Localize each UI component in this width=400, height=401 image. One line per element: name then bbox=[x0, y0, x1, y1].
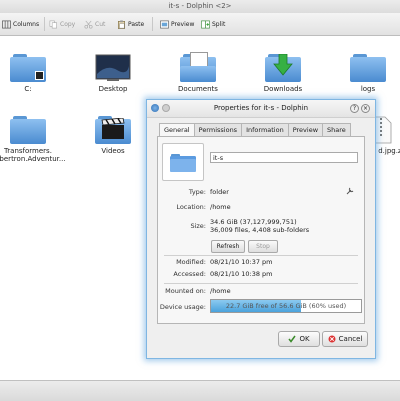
cancel-icon bbox=[328, 335, 336, 343]
paste-button[interactable]: Paste bbox=[117, 18, 144, 30]
cancel-label: Cancel bbox=[338, 335, 363, 343]
videos-folder-icon bbox=[95, 116, 131, 144]
tab-permissions[interactable]: Permissions bbox=[193, 123, 243, 136]
file-item[interactable]: Documents bbox=[160, 52, 236, 93]
type-value: folder bbox=[210, 188, 229, 196]
dialog-title: Properties for it-s - Dolphin bbox=[213, 104, 309, 112]
ok-button[interactable]: OK bbox=[278, 331, 320, 347]
preview-button[interactable]: Preview bbox=[160, 18, 194, 30]
app-menu-icon[interactable] bbox=[151, 104, 159, 112]
file-item[interactable]: C: bbox=[0, 54, 66, 93]
refresh-button[interactable]: Refresh bbox=[211, 240, 245, 253]
name-input[interactable]: it-s bbox=[210, 152, 358, 163]
file-item[interactable]: Videos bbox=[75, 116, 151, 155]
file-item[interactable]: Desktop bbox=[75, 54, 151, 93]
ok-label: OK bbox=[299, 335, 310, 343]
modified-value: 08/21/10 10:37 pm bbox=[210, 258, 273, 266]
downloads-folder-icon bbox=[265, 54, 301, 82]
properties-dialog[interactable]: Properties for it-s - Dolphin ? × Genera… bbox=[146, 99, 376, 359]
window-titlebar: it-s - Dolphin <2> bbox=[0, 0, 400, 14]
close-icon[interactable]: × bbox=[361, 104, 370, 113]
usage-text: 22.7 GiB free of 56.6 GiB (60% used) bbox=[225, 302, 347, 310]
accessed-value: 08/21/10 10:38 pm bbox=[210, 270, 273, 278]
copy-button[interactable]: Copy bbox=[49, 18, 75, 30]
device-usage-bar: 22.7 GiB free of 56.6 GiB (60% used) bbox=[210, 299, 362, 313]
mounted-value: /home bbox=[210, 287, 231, 295]
copy-icon bbox=[49, 20, 57, 28]
file-item[interactable]: Transformers. Cybertron.Adventur... bbox=[0, 116, 66, 163]
documents-folder-icon bbox=[180, 52, 216, 82]
location-value: /home bbox=[210, 203, 231, 211]
split-button[interactable]: Split bbox=[201, 18, 225, 30]
columns-label: Columns bbox=[13, 20, 40, 28]
columns-button[interactable]: Columns bbox=[2, 18, 39, 30]
size-detail: 36,009 files, 4,408 sub-folders bbox=[210, 226, 310, 234]
divider bbox=[164, 283, 358, 284]
split-view-icon bbox=[201, 20, 210, 28]
general-panel: it-s Type: folder Location: /home Size: … bbox=[157, 136, 365, 324]
tab-information[interactable]: Information bbox=[241, 123, 289, 136]
tab-bar: General Permissions Information Preview … bbox=[159, 123, 351, 137]
file-label: Documents bbox=[178, 85, 218, 93]
cancel-button[interactable]: Cancel bbox=[322, 331, 368, 347]
file-label: Desktop bbox=[98, 85, 128, 93]
size-value: 34.6 GiB (37,127,999,751) bbox=[210, 218, 297, 226]
toolbar: Columns Copy Cut Paste Preview Split bbox=[0, 13, 400, 36]
stop-button[interactable]: Stop bbox=[248, 240, 278, 253]
folder-icon bbox=[170, 154, 196, 172]
mounted-label: Mounted on: bbox=[165, 287, 206, 295]
folder-icon bbox=[10, 54, 46, 82]
preview-label: Preview bbox=[171, 20, 195, 28]
copy-label: Copy bbox=[60, 20, 76, 28]
accessed-label: Accessed: bbox=[173, 270, 206, 278]
split-label: Split bbox=[212, 20, 226, 28]
paste-label: Paste bbox=[128, 20, 145, 28]
desktop-icon bbox=[95, 54, 131, 81]
folder-icon-button[interactable] bbox=[162, 143, 204, 181]
tab-preview[interactable]: Preview bbox=[287, 123, 324, 136]
folder-icon bbox=[350, 54, 386, 82]
pin-icon[interactable] bbox=[162, 104, 170, 112]
toolbar-separator bbox=[44, 17, 45, 31]
file-label: C: bbox=[24, 85, 32, 93]
file-label: Videos bbox=[101, 147, 125, 155]
file-item[interactable]: logs bbox=[330, 54, 400, 93]
file-label: Transformers. Cybertron.Adventur... bbox=[0, 147, 66, 163]
file-label: Downloads bbox=[263, 85, 303, 93]
cut-label: Cut bbox=[95, 20, 106, 28]
file-label: logs bbox=[360, 85, 376, 93]
divider bbox=[164, 255, 358, 256]
usage-label: Device usage: bbox=[159, 303, 206, 311]
columns-view-icon bbox=[2, 20, 11, 28]
tab-share[interactable]: Share bbox=[322, 123, 351, 136]
modified-label: Modified: bbox=[176, 258, 206, 266]
window-title: it-s - Dolphin <2> bbox=[168, 2, 232, 10]
dialog-titlebar[interactable]: Properties for it-s - Dolphin ? × bbox=[147, 100, 375, 118]
cut-button[interactable]: Cut bbox=[84, 18, 105, 30]
paste-icon bbox=[118, 19, 125, 29]
toolbar-separator bbox=[152, 17, 153, 31]
type-label: Type: bbox=[188, 188, 206, 196]
preview-icon bbox=[160, 20, 169, 28]
configure-type-icon[interactable] bbox=[346, 187, 354, 195]
status-bar bbox=[0, 380, 400, 401]
tab-general[interactable]: General bbox=[159, 123, 195, 137]
folder-icon bbox=[10, 116, 46, 144]
size-label: Size: bbox=[190, 222, 206, 230]
scissors-icon bbox=[84, 20, 93, 29]
location-label: Location: bbox=[176, 203, 206, 211]
checkmark-icon bbox=[288, 335, 297, 343]
help-icon[interactable]: ? bbox=[350, 104, 359, 113]
file-item[interactable]: Downloads bbox=[245, 54, 321, 93]
link-emblem-icon bbox=[35, 71, 44, 80]
